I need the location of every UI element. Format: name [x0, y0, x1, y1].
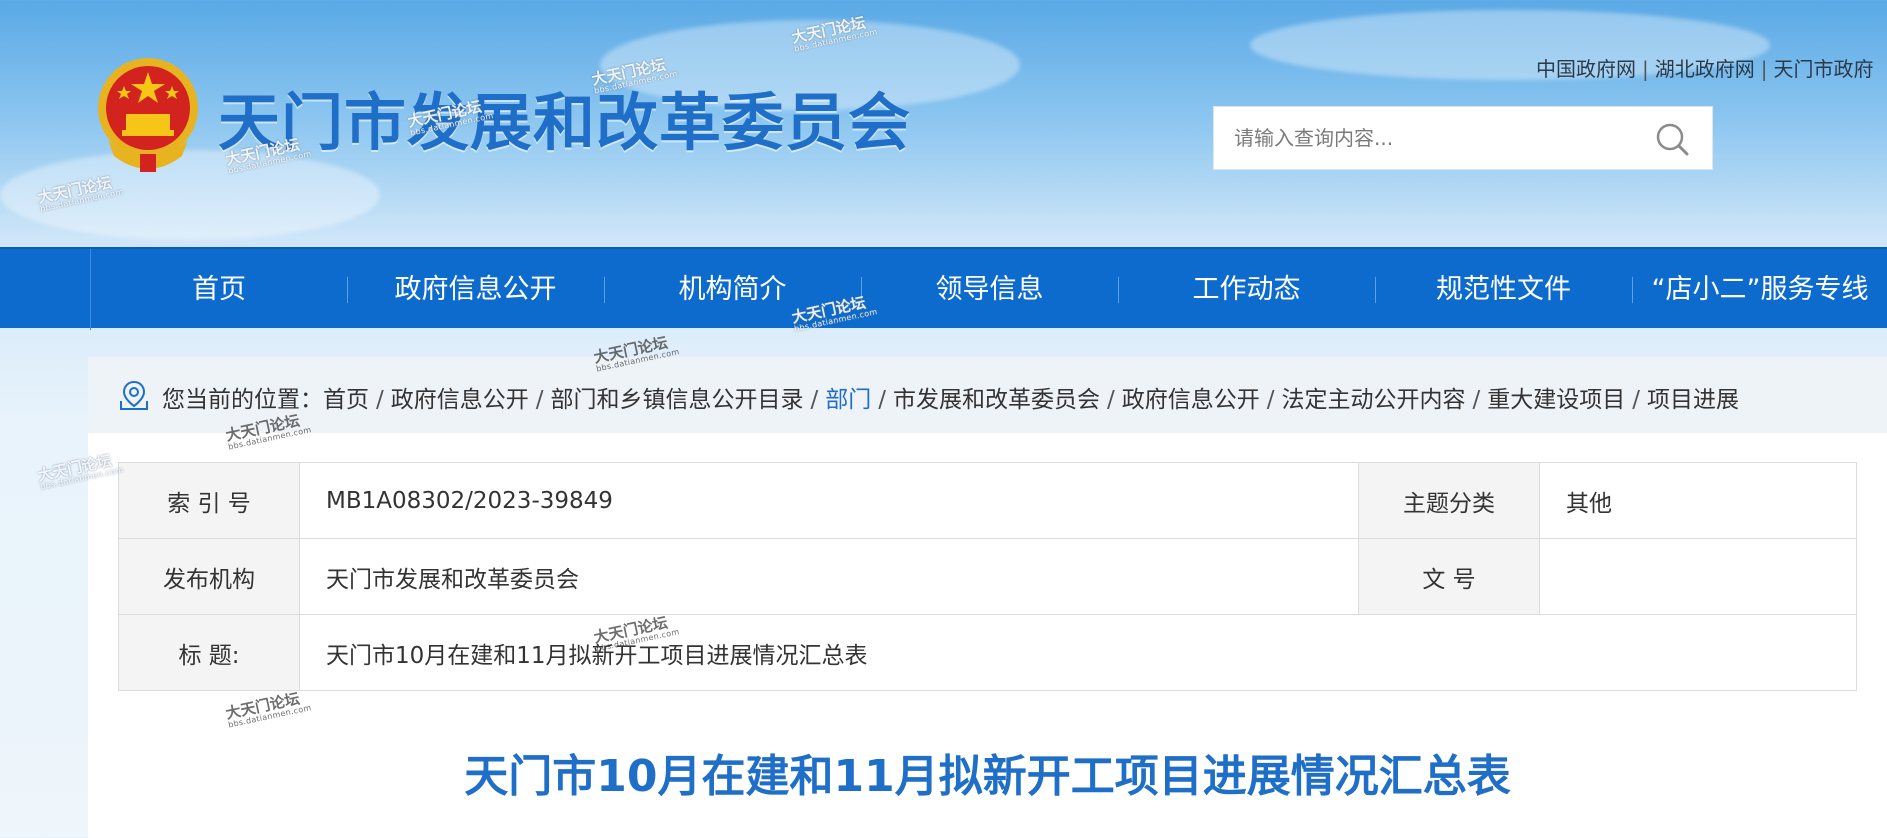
- breadcrumb-department[interactable]: 部门: [825, 387, 871, 413]
- site-header: 天门市发展和改革委员会 中国政府网 | 湖北政府网 | 天门市政府: [0, 0, 1887, 247]
- breadcrumb-statutory-disclosure[interactable]: 法定主动公开内容: [1282, 387, 1466, 413]
- topic-category-label: 主题分类: [1358, 462, 1540, 539]
- title-label: 标 题:: [118, 614, 300, 691]
- document-number-label: 文 号: [1358, 538, 1540, 615]
- breadcrumb-bar: 您当前的位置：首页 / 政府信息公开 / 部门和乡镇信息公开目录 / 部门 / 市发展和改革委员…: [88, 357, 1887, 433]
- breadcrumb: 您当前的位置：首页 / 政府信息公开 / 部门和乡镇信息公开目录 / 部门 / 市发展和改革委员…: [162, 387, 1739, 413]
- main-navigation: 首页 政府信息公开 机构简介 领导信息 工作动态 规范性文件 “店小二”服务专线: [0, 247, 1887, 330]
- breadcrumb-home[interactable]: 首页: [323, 387, 369, 413]
- table-row: 标 题: 天门市10月在建和11月拟新开工项目进展情况汇总表: [118, 614, 1857, 691]
- document-number-value: [1539, 538, 1857, 615]
- publisher-value: 天门市发展和改革委员会: [299, 538, 1359, 615]
- national-emblem-icon: [98, 58, 198, 172]
- table-row: 发布机构 天门市发展和改革委员会 文 号: [118, 538, 1857, 615]
- link-separator: |: [1642, 57, 1649, 81]
- breadcrumb-development-reform-commission[interactable]: 市发展和改革委员会: [893, 387, 1100, 413]
- breadcrumb-project-progress[interactable]: 项目进展: [1647, 387, 1739, 413]
- nav-gov-info-disclosure[interactable]: 政府信息公开: [347, 249, 604, 330]
- nav-normative-docs[interactable]: 规范性文件: [1375, 249, 1632, 330]
- topic-category-value: 其他: [1539, 462, 1857, 539]
- nav-work-news[interactable]: 工作动态: [1118, 249, 1375, 330]
- breadcrumb-dept-town-catalog[interactable]: 部门和乡镇信息公开目录: [551, 387, 804, 413]
- breadcrumb-prefix: 您当前的位置：: [162, 387, 323, 413]
- link-hubei-gov[interactable]: 湖北政府网: [1655, 57, 1755, 81]
- link-tianmen-gov[interactable]: 天门市政府: [1774, 57, 1874, 81]
- search-box: [1213, 106, 1713, 170]
- search-input[interactable]: [1234, 107, 1634, 169]
- breadcrumb-gov-info-disclosure-2[interactable]: 政府信息公开: [1122, 387, 1260, 413]
- nav-leaders[interactable]: 领导信息: [861, 249, 1118, 330]
- search-icon[interactable]: [1654, 121, 1690, 157]
- link-separator: |: [1760, 57, 1768, 81]
- title-value: 天门市10月在建和11月拟新开工项目进展情况汇总表: [299, 614, 1857, 691]
- publisher-label: 发布机构: [118, 538, 300, 615]
- location-pin-icon: [120, 380, 148, 410]
- table-row: 索 引 号 MB1A08302/2023-39849 主题分类 其他: [118, 462, 1857, 539]
- document-metadata-table: 索 引 号 MB1A08302/2023-39849 主题分类 其他 发布机构 …: [118, 462, 1857, 691]
- index-number-label: 索 引 号: [118, 462, 300, 539]
- nav-service-hotline[interactable]: “店小二”服务专线: [1632, 249, 1887, 330]
- breadcrumb-major-projects[interactable]: 重大建设项目: [1487, 387, 1625, 413]
- site-title: 天门市发展和改革委员会: [218, 86, 912, 159]
- top-links: 中国政府网 | 湖北政府网 | 天门市政府: [1536, 53, 1874, 82]
- nav-about-org[interactable]: 机构简介: [604, 249, 861, 330]
- nav-home[interactable]: 首页: [91, 249, 347, 330]
- link-china-gov[interactable]: 中国政府网: [1536, 57, 1636, 81]
- main-content: 您当前的位置：首页 / 政府信息公开 / 部门和乡镇信息公开目录 / 部门 / 市发展和改革委员…: [88, 357, 1887, 838]
- document-title: 天门市10月在建和11月拟新开工项目进展情况汇总表: [464, 751, 1511, 802]
- index-number-value: MB1A08302/2023-39849: [299, 462, 1359, 539]
- breadcrumb-gov-info-disclosure[interactable]: 政府信息公开: [391, 387, 529, 413]
